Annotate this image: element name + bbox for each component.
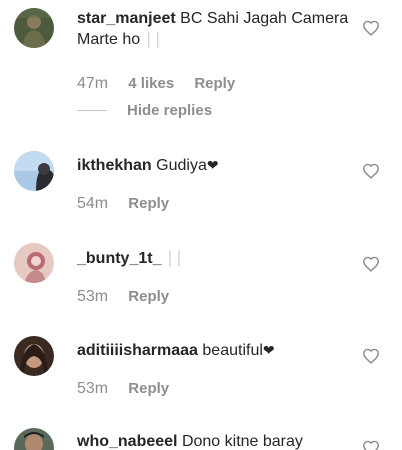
reply-button[interactable]: Reply xyxy=(128,195,169,213)
like-heart-icon[interactable] xyxy=(362,20,380,36)
avatar[interactable] xyxy=(14,8,54,48)
reply-button[interactable]: Reply xyxy=(194,75,235,93)
comment-username[interactable]: who_nabeeel xyxy=(77,433,177,450)
divider-line xyxy=(77,109,107,111)
hide-replies-button[interactable]: Hide replies xyxy=(77,102,212,120)
comment-faded-suffix: ∣∣ xyxy=(165,250,184,267)
reply-button[interactable]: Reply xyxy=(128,288,169,306)
hide-replies-label: Hide replies xyxy=(127,102,213,119)
comment-meta: 54m Reply xyxy=(77,195,169,213)
comment-username[interactable]: _bunty_1t_ xyxy=(77,250,161,267)
reply-button[interactable]: Reply xyxy=(128,380,169,398)
like-heart-icon[interactable] xyxy=(362,440,380,450)
comment-time: 47m xyxy=(77,75,109,92)
comment-text: star_manjeet BC Sahi Jagah Camera Marte … xyxy=(77,8,349,50)
like-heart-icon[interactable] xyxy=(362,163,380,179)
heart-emoji: ❤ xyxy=(206,157,219,173)
comment-meta: 47m 4 likes Reply xyxy=(77,75,235,93)
comment-time: 53m xyxy=(77,288,109,305)
comment-body: beautiful xyxy=(202,342,263,359)
heart-emoji: ❤ xyxy=(262,342,275,358)
comment-item: who_nabeeel Dono kitne baray xyxy=(0,424,402,450)
avatar[interactable] xyxy=(14,336,54,376)
comment-text: aditiiiisharmaaa beautiful❤ xyxy=(77,340,349,361)
comment-username[interactable]: aditiiiisharmaaa xyxy=(77,342,198,359)
comment-body: Gudiya xyxy=(156,157,207,174)
comment-faded-suffix: ∣∣ xyxy=(144,31,163,48)
comment-likes[interactable]: 4 likes xyxy=(128,75,174,93)
comment-username[interactable]: star_manjeet xyxy=(77,10,176,27)
comment-username[interactable]: ikthekhan xyxy=(77,157,152,174)
comment-text: _bunty_1t_ ∣∣ xyxy=(77,248,349,269)
comment-time: 53m xyxy=(77,380,109,397)
comment-text: who_nabeeel Dono kitne baray xyxy=(77,431,349,450)
comment-meta: 53m Reply xyxy=(77,380,169,398)
comment-meta: 53m Reply xyxy=(77,288,169,306)
like-heart-icon[interactable] xyxy=(362,256,380,272)
comment-time: 54m xyxy=(77,195,109,212)
like-heart-icon[interactable] xyxy=(362,348,380,364)
avatar[interactable] xyxy=(14,151,54,191)
comment-body: Dono kitne baray xyxy=(181,433,303,450)
avatar[interactable] xyxy=(14,428,54,450)
avatar[interactable] xyxy=(14,243,54,283)
comment-text: ikthekhan Gudiya❤ xyxy=(77,155,349,176)
